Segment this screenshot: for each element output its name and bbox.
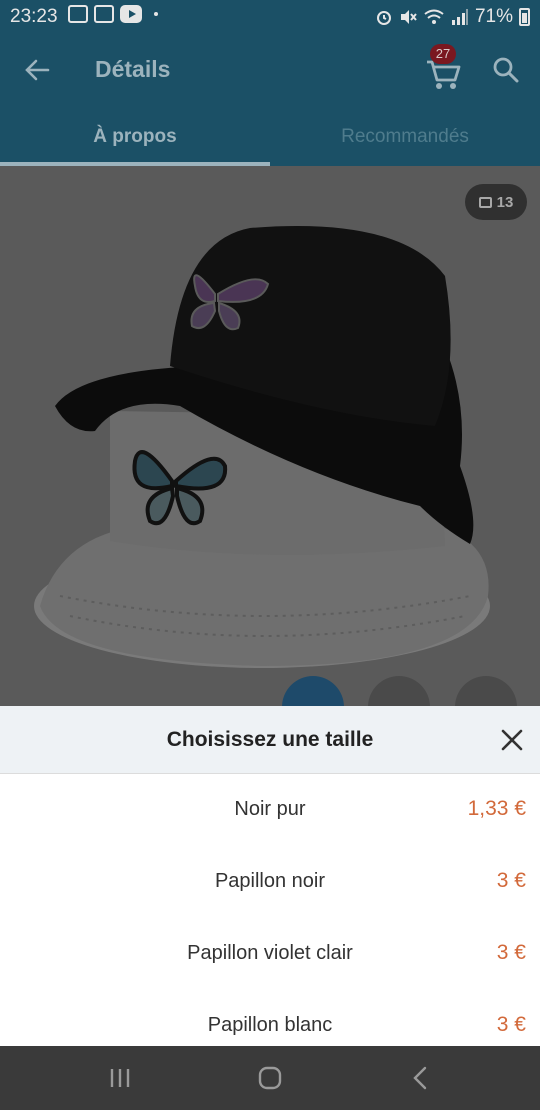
size-option-name: Papillon noir [214, 870, 326, 892]
size-option-price: 3 € [496, 1013, 526, 1036]
photo-count: 13 [496, 193, 514, 211]
size-option-name: Papillon blanc [207, 1014, 333, 1036]
alarm-icon [376, 11, 391, 25]
tab-recommended[interactable]: Recommandés [270, 112, 540, 166]
signal-icon [451, 9, 468, 25]
gallery-notification-icon [68, 5, 88, 23]
mute-icon [400, 10, 417, 24]
tab-recommended-label: Recommandés [341, 126, 469, 147]
status-bar: 23:23 71% [0, 0, 540, 34]
image-icon [478, 196, 492, 208]
home-icon[interactable] [250, 1060, 290, 1096]
tab-about[interactable]: À propos [0, 112, 270, 166]
wifi-icon [424, 9, 444, 24]
page-title: Détails [95, 56, 171, 82]
size-option-price: 3 € [496, 869, 526, 892]
recent-apps-icon[interactable] [100, 1060, 140, 1096]
size-option[interactable]: Papillon blanc 3 € [0, 990, 540, 1046]
notification-icons [68, 5, 158, 23]
tab-about-label: À propos [93, 126, 177, 147]
system-indicators: 71% [375, 6, 530, 28]
close-icon[interactable] [498, 726, 526, 754]
back-arrow-icon[interactable] [20, 52, 56, 88]
photo-notification-icon [94, 5, 114, 23]
size-option[interactable]: Papillon violet clair 3 € [0, 918, 540, 990]
sheet-title: Choisissez une taille [166, 728, 374, 751]
status-time: 23:23 [10, 6, 58, 27]
search-icon[interactable] [488, 52, 524, 88]
youtube-notification-icon [120, 5, 142, 23]
size-option-price: 1,33 € [467, 797, 526, 820]
size-option-price: 3 € [496, 941, 526, 964]
size-picker-sheet: Choisissez une taille Noir pur 1,33 € Pa… [0, 706, 540, 1046]
bucket-hats-illustration [34, 226, 490, 668]
sheet-header: Choisissez une taille [0, 706, 540, 774]
app-bar: Détails 27 À propos Recommandés [0, 34, 540, 166]
cart-count-badge: 27 [430, 44, 456, 64]
photo-count-badge[interactable]: 13 [465, 184, 527, 220]
more-notifications-icon [154, 12, 158, 16]
size-option[interactable]: Papillon noir 3 € [0, 846, 540, 918]
product-image[interactable]: 13 [0, 166, 540, 706]
battery-icon [519, 8, 530, 26]
size-option[interactable]: Noir pur 1,33 € [0, 774, 540, 846]
size-option-name: Noir pur [234, 798, 306, 820]
size-option-name: Papillon violet clair [187, 942, 353, 964]
battery-percent: 71% [474, 6, 513, 27]
back-icon[interactable] [400, 1060, 440, 1096]
system-nav-bar [0, 1046, 540, 1110]
